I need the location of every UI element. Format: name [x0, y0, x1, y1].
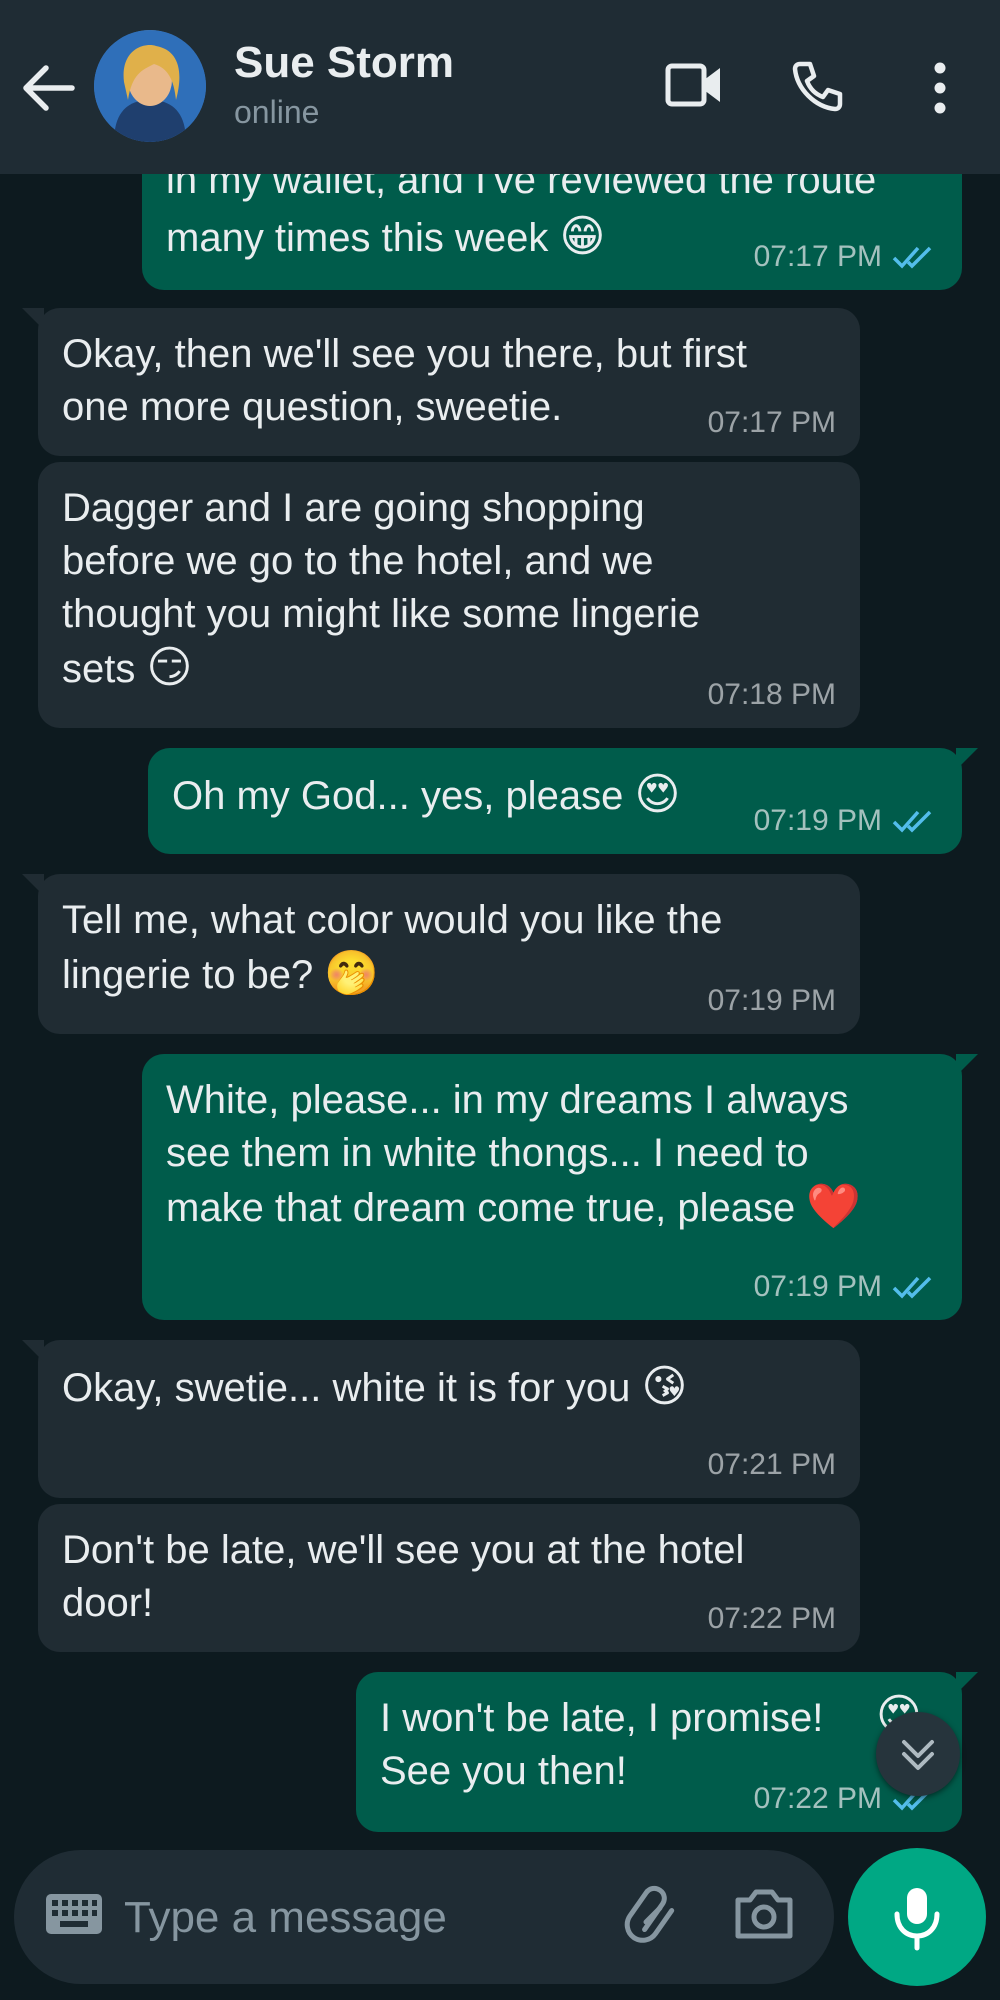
scroll-to-bottom-button[interactable] — [876, 1712, 960, 1796]
read-ticks-icon — [892, 810, 932, 833]
microphone-icon — [894, 1888, 940, 1951]
message-bubble-outgoing[interactable]: White, please... in my dreams I always s… — [142, 1054, 978, 1320]
video-call-button[interactable] — [664, 60, 724, 110]
back-button[interactable] — [18, 60, 78, 116]
message-bubble-incoming[interactable]: Okay, swetie... white it is for you 😘 07… — [22, 1340, 860, 1498]
bubble-tail — [22, 308, 44, 330]
grinning-emoji: 😁 — [559, 211, 606, 262]
message-bubble-incoming[interactable]: Tell me, what color would you like the l… — [22, 874, 860, 1034]
attach-icon — [624, 1885, 675, 1943]
message-bubble-incoming[interactable]: Dagger and I are going shopping before w… — [38, 462, 860, 728]
message-time: 07:19 PM — [707, 984, 836, 1017]
message-time: 07:22 PM — [753, 1782, 882, 1815]
voice-message-button[interactable] — [848, 1848, 986, 1986]
keyboard-icon — [46, 1894, 102, 1934]
back-arrow-icon — [23, 65, 75, 111]
contact-name[interactable]: Sue Storm — [234, 38, 454, 88]
bubble-tail — [956, 1672, 978, 1694]
message-bubble-incoming[interactable]: Don't be late, we'll see you at the hote… — [38, 1504, 860, 1652]
message-bubble-outgoing[interactable]: I won't be late, I promise! See you then… — [356, 1672, 978, 1832]
message-text: Okay, swetie... white it is for you 😘 — [62, 1361, 688, 1412]
more-options-icon — [934, 62, 946, 114]
camera-button[interactable] — [732, 1886, 796, 1947]
voice-call-button[interactable] — [790, 58, 846, 114]
message-time: 07:19 PM — [753, 804, 882, 837]
smirking-emoji: 😏 — [146, 642, 193, 693]
message-time: 07:17 PM — [707, 406, 836, 439]
bubble-tail — [956, 748, 978, 770]
message-bubble-outgoing[interactable]: Oh my God... yes, please 😍 07:19 PM — [148, 748, 978, 854]
red-heart-emoji: ❤️ — [806, 1181, 862, 1232]
message-text: White, please... in my dreams I always s… — [166, 1078, 862, 1232]
message-input[interactable] — [122, 1880, 606, 1956]
video-call-icon — [665, 63, 720, 107]
message-time: 07:22 PM — [707, 1602, 836, 1635]
message-time: 07:18 PM — [707, 678, 836, 711]
heart-eyes-emoji: 😍 — [634, 769, 681, 820]
kissing-emoji: 😘 — [641, 1361, 688, 1412]
message-time: 07:19 PM — [753, 1270, 882, 1303]
message-time: 07:17 PM — [753, 240, 882, 273]
hand-over-mouth-emoji: 🤭 — [324, 948, 380, 999]
bubble-tail — [956, 1054, 978, 1076]
avatar-image — [94, 30, 206, 142]
chat-area: in my wallet, and I've reviewed the rout… — [0, 0, 1000, 2000]
read-ticks-icon — [892, 1276, 932, 1299]
message-text: Dagger and I are going shopping before w… — [62, 486, 701, 693]
keyboard-button[interactable] — [44, 1890, 104, 1947]
attach-button[interactable] — [622, 1884, 682, 1949]
contact-status: online — [234, 94, 320, 130]
message-time: 07:21 PM — [707, 1448, 836, 1481]
camera-icon — [735, 1889, 793, 1939]
bubble-tail — [22, 874, 44, 896]
message-text: many times this week 😁 — [166, 211, 606, 262]
read-ticks-icon — [892, 246, 932, 269]
avatar[interactable] — [94, 30, 206, 142]
chat-header: Sue Storm online — [0, 0, 1000, 174]
message-composer — [14, 1850, 834, 1984]
more-options-button[interactable] — [922, 60, 958, 116]
message-bubble-incoming[interactable]: Okay, then we'll see you there, but firs… — [22, 308, 860, 456]
double-chevron-down-icon — [902, 1740, 934, 1770]
bubble-tail — [22, 1340, 44, 1362]
voice-call-icon — [792, 61, 843, 112]
